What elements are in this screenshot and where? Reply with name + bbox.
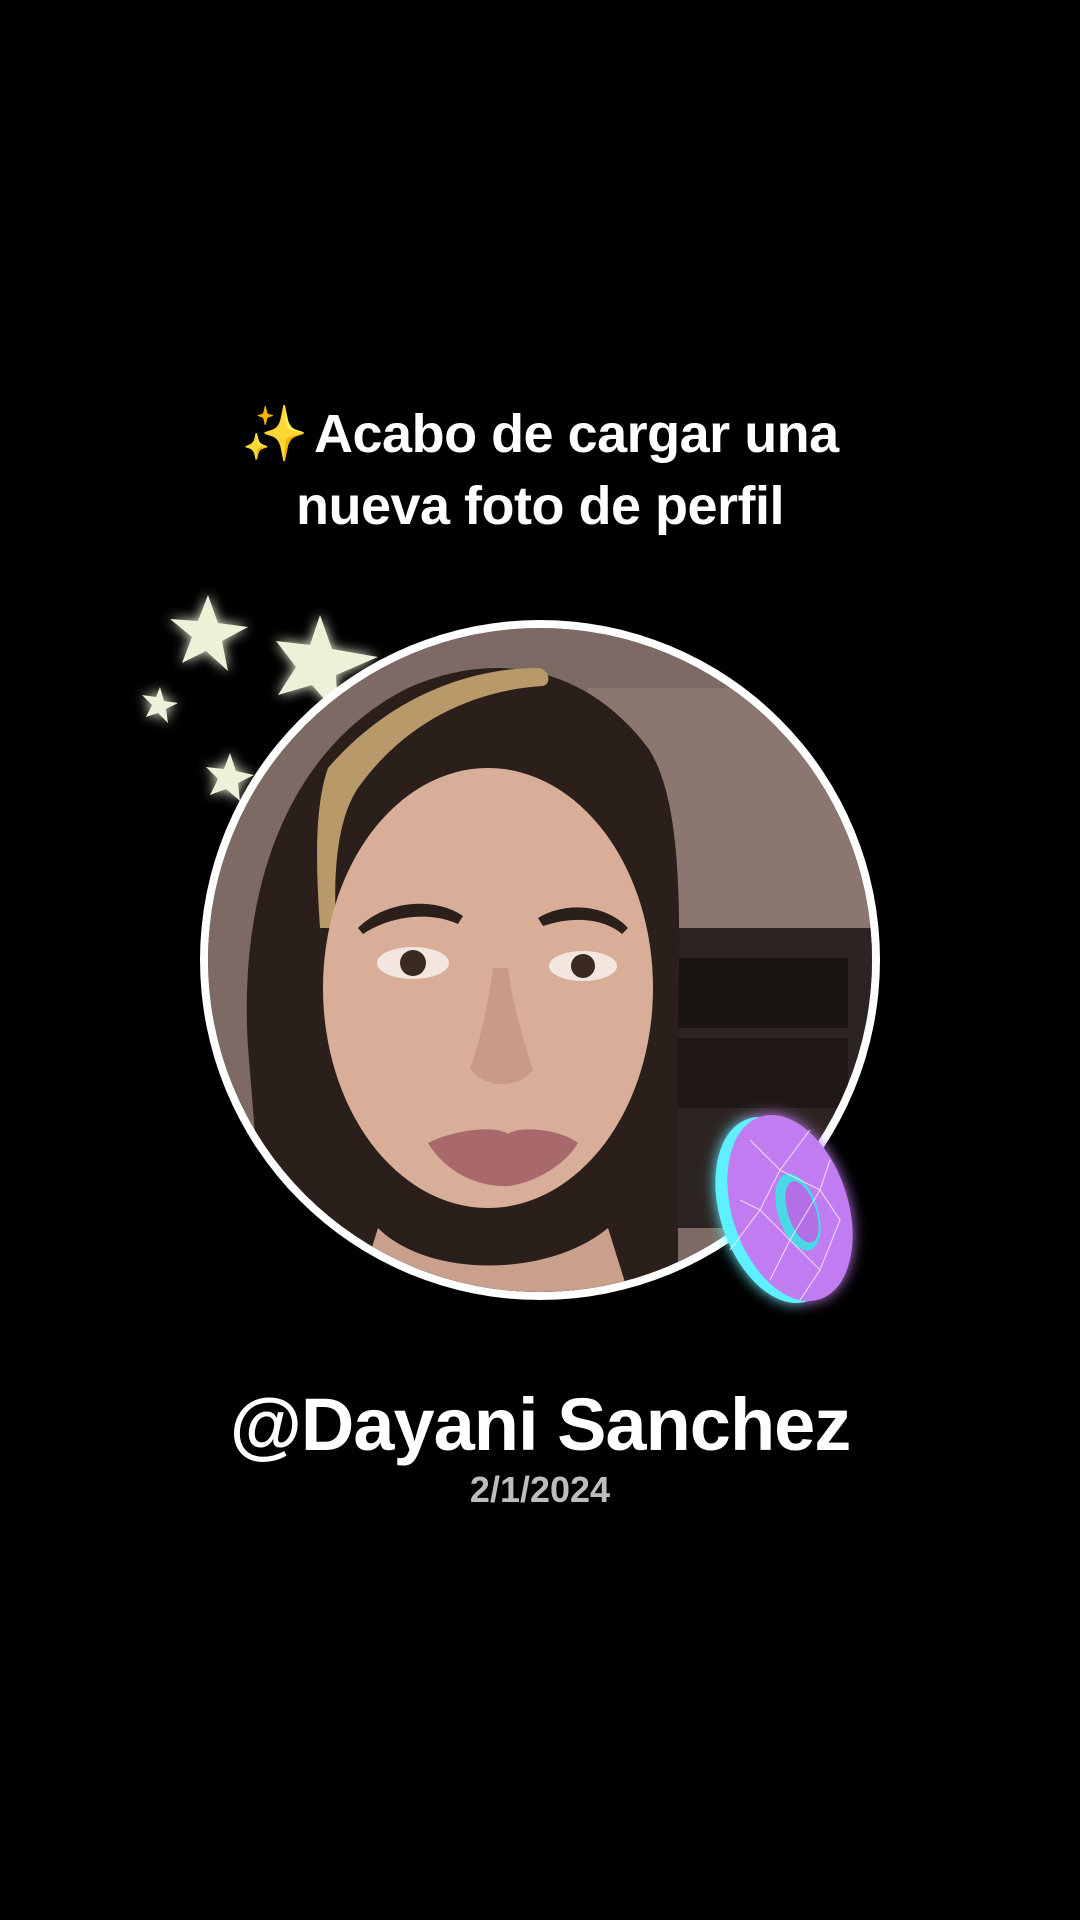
headline-line-2: nueva foto de perfil <box>295 476 785 536</box>
headline: ✨ Acabo de cargar una nueva foto de perfi… <box>90 398 990 542</box>
headline-text-1: Acabo de cargar una <box>314 404 839 464</box>
sparkle-icon: ✨ <box>241 404 309 464</box>
headline-line-1: ✨ Acabo de cargar una <box>90 398 990 470</box>
username: @Dayani Sanchez <box>229 1383 852 1466</box>
wireframe-donut-icon <box>700 1100 870 1330</box>
upload-date: 2/1/2024 <box>469 1469 611 1510</box>
